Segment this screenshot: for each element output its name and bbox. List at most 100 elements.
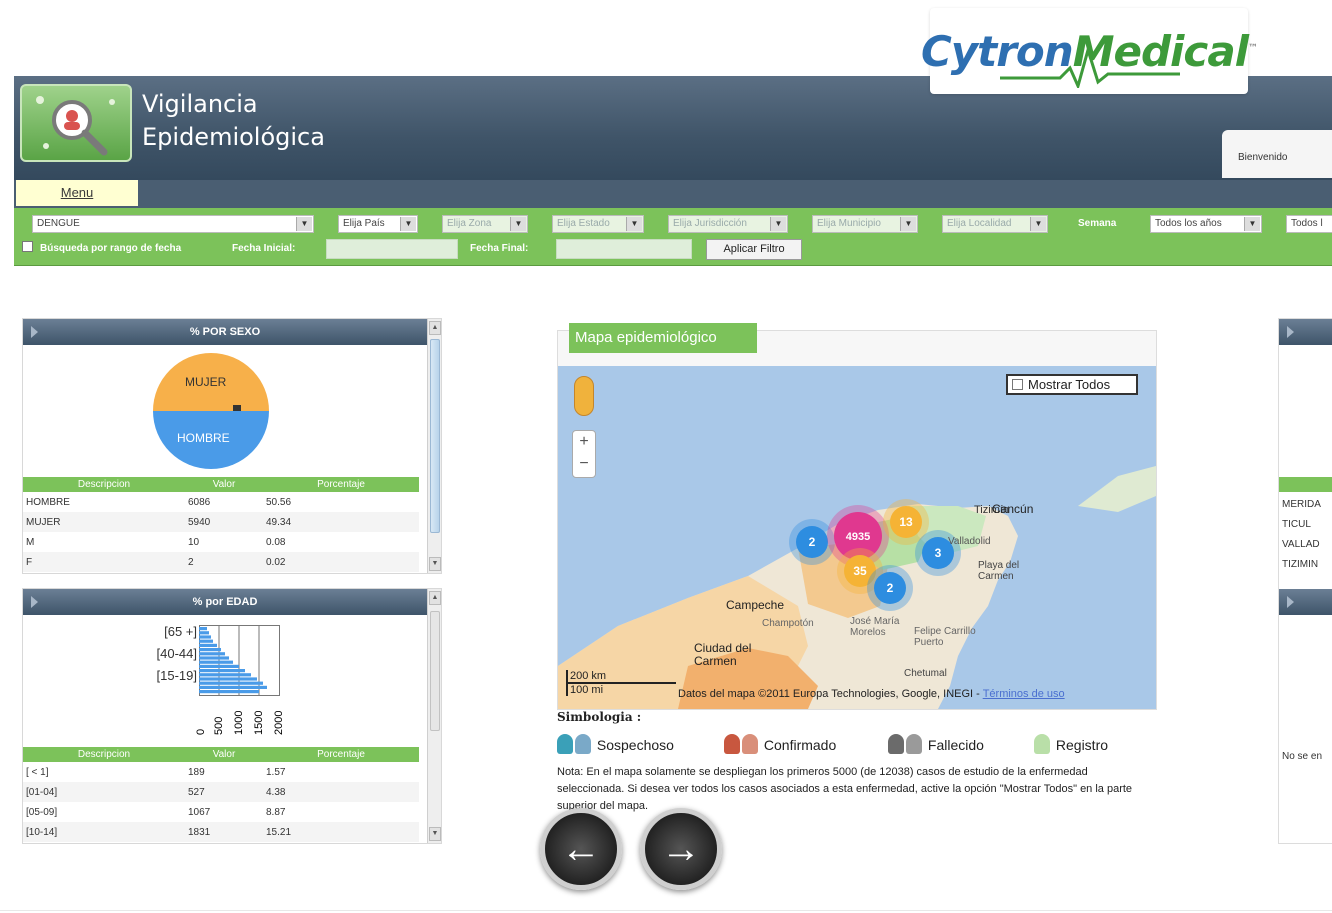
column-header: Valor <box>185 747 263 762</box>
table-row: [10-14] 1831 15.21 <box>23 822 419 842</box>
terms-link[interactable]: Términos de uso <box>983 688 1065 700</box>
date-range-label: Búsqueda por rango de fecha <box>40 243 182 254</box>
age-bar <box>199 660 233 664</box>
place-label: Cancún <box>992 502 1034 516</box>
map-title: Mapa epidemiológico <box>569 323 757 353</box>
chevron-down-icon: ▼ <box>510 217 526 231</box>
map-cluster-count: 2 <box>809 535 816 549</box>
place-label: Campeche <box>726 598 785 612</box>
pie-label-male: HOMBRE <box>177 431 230 445</box>
scroll-up-icon[interactable]: ▲ <box>429 321 441 335</box>
person-icon <box>575 734 591 754</box>
map-scale: 200 km 100 mi <box>566 670 676 696</box>
table-row: MUJER 5940 49.34 <box>23 512 419 532</box>
scroll-down-icon[interactable]: ▼ <box>429 827 441 841</box>
x-tick-label: 500 <box>213 716 225 735</box>
x-tick-label: 0 <box>195 728 207 735</box>
right-panel-header <box>1279 319 1332 345</box>
map-canvas[interactable]: 2 4935 13 35 3 2 Tizimín Cancún Valladolid Pl… <box>558 366 1156 709</box>
person-icon <box>742 734 758 754</box>
age-panel-header: % por EDAD <box>23 589 427 615</box>
scroll-thumb[interactable] <box>430 611 440 731</box>
arrow-left-icon: ← <box>561 826 601 871</box>
right-panel: MERIDA TICUL VALLAD TIZIMIN No se en <box>1278 318 1332 844</box>
x-tick-label: 1500 <box>253 710 265 735</box>
next-button[interactable]: → <box>640 808 722 890</box>
start-date-input[interactable] <box>326 239 458 259</box>
table-row: [05-09] 1067 8.87 <box>26 806 286 818</box>
start-date-label: Fecha Inicial: <box>232 243 296 254</box>
scroll-up-icon[interactable]: ▲ <box>429 591 441 605</box>
map-cluster-count: 4935 <box>846 531 870 543</box>
column-header: Descripcion <box>23 747 185 762</box>
person-icon <box>888 734 904 754</box>
date-range-checkbox[interactable] <box>22 241 33 252</box>
menu-strip <box>14 180 1332 208</box>
menu-tab[interactable]: Menu <box>16 180 138 206</box>
year-select[interactable]: Todos los años ▼ <box>1150 215 1262 233</box>
sex-table: Descripcion Valor Porcentaje HOMBRE 6086 50.… <box>23 477 419 572</box>
scroll-down-icon[interactable]: ▼ <box>429 557 441 571</box>
chevron-down-icon: ▼ <box>770 217 786 231</box>
map-cluster-count: 35 <box>853 564 867 578</box>
age-bar-chart <box>199 625 280 696</box>
zoom-in-button[interactable]: + <box>573 431 595 453</box>
map-cluster-count: 13 <box>899 515 913 529</box>
end-date-input[interactable] <box>556 239 692 259</box>
sex-panel: % POR SEXO MUJER HOMBRE Descripcion Valor… <box>22 318 442 574</box>
age-bar <box>199 664 239 668</box>
extra-select[interactable]: Todos l <box>1286 215 1332 233</box>
magnifier-icon <box>36 96 115 156</box>
locality-select[interactable]: Elija Localidad ▼ <box>942 215 1048 233</box>
person-icon <box>557 734 573 754</box>
column-header: Descripcion <box>23 477 185 492</box>
zoom-out-button[interactable]: − <box>573 453 595 475</box>
column-header: Porcentaje <box>263 477 419 492</box>
municipality-select[interactable]: Elija Municipio ▼ <box>812 215 918 233</box>
place-label: José María Morelos <box>850 616 900 638</box>
apply-filter-button[interactable]: Aplicar Filtro <box>706 239 802 260</box>
table-row: [01-04] 527 4.38 <box>23 782 419 802</box>
sex-panel-header: % POR SEXO <box>23 319 427 345</box>
table-cell: TIZIMIN <box>1282 559 1319 570</box>
street-view-pegman-icon[interactable] <box>574 376 594 416</box>
disease-select[interactable]: DENGUE ▼ <box>32 215 314 233</box>
age-panel-scrollbar[interactable]: ▲ ▼ <box>427 589 441 843</box>
arrow-right-icon: → <box>661 826 701 871</box>
sex-panel-scrollbar[interactable]: ▲ ▼ <box>427 319 441 573</box>
expand-icon <box>1287 326 1294 338</box>
map-note: Nota: En el mapa solamente se despliegan… <box>557 766 1133 812</box>
place-label: Champotón <box>762 618 814 629</box>
end-date-label: Fecha Final: <box>470 243 529 254</box>
table-row: HOMBRE 6086 50.56 <box>26 496 292 508</box>
table-row: [ < 1] 189 1.57 <box>26 766 286 778</box>
age-bar <box>199 656 229 660</box>
pie-slice-other <box>233 405 241 411</box>
scroll-thumb[interactable] <box>430 339 440 533</box>
chevron-down-icon: ▼ <box>626 217 642 231</box>
age-bar <box>199 690 259 694</box>
brand-logo: CytronMedical™ <box>921 8 1258 94</box>
column-header: Valor <box>185 477 263 492</box>
map-attribution: Datos del mapa ©2011 Europa Technologies… <box>678 688 1065 700</box>
jurisdiction-select[interactable]: Elija Jurisdicción ▼ <box>668 215 788 233</box>
week-label: Semana <box>1078 218 1117 229</box>
table-row: F 2 0.02 <box>23 552 419 572</box>
chevron-down-icon: ▼ <box>400 217 416 231</box>
x-tick-label: 2000 <box>273 710 285 735</box>
column-header: Porcentaje <box>263 747 419 762</box>
country-select[interactable]: Elija País ▼ <box>338 215 418 233</box>
place-label: Valladolid <box>948 536 991 547</box>
age-bar <box>199 652 225 656</box>
age-bar <box>199 685 267 689</box>
age-bar <box>199 627 207 631</box>
chevron-down-icon: ▼ <box>1244 217 1260 231</box>
state-select[interactable]: Elija Estado ▼ <box>552 215 644 233</box>
age-panel: % por EDAD [65 +] [40-44] [15-19] 0 500 … <box>22 588 442 844</box>
previous-button[interactable]: ← <box>540 808 622 890</box>
zone-select[interactable]: Elija Zona ▼ <box>442 215 528 233</box>
age-table: Descripcion Valor Porcentaje [ < 1] 189 1.57… <box>23 747 419 842</box>
empty-message: No se en <box>1282 751 1323 762</box>
show-all-checkbox[interactable]: Mostrar Todos <box>1006 374 1138 395</box>
chevron-down-icon: ▼ <box>1030 217 1046 231</box>
